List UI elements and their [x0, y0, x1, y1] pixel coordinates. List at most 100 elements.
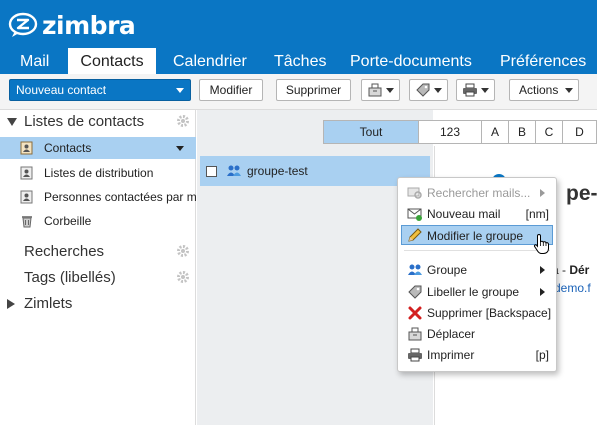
expand-triangle-icon[interactable] — [7, 299, 16, 309]
sidebar-item-label: Listes de distribution — [44, 166, 154, 180]
hand-cursor-icon — [533, 233, 549, 254]
detail-email-link[interactable]: demo.f — [554, 281, 591, 295]
row-checkbox[interactable] — [206, 166, 217, 177]
detail-title: pe-t — [566, 182, 597, 205]
sidebar-item-label: Contacts — [44, 141, 92, 155]
chevron-down-icon[interactable] — [176, 88, 184, 93]
menu-item-label: Déplacer — [427, 327, 476, 341]
alpha-filter-c[interactable]: C — [536, 120, 563, 144]
menu-item-group[interactable]: Groupe — [401, 260, 553, 280]
alphabet-filter: Tout 123 A B C D — [323, 120, 597, 144]
search-mail-icon — [407, 187, 422, 199]
searches-header[interactable]: Recherches — [0, 241, 196, 263]
menu-item-label: Groupe — [427, 263, 468, 277]
tab-calendar[interactable]: Calendrier — [173, 48, 247, 74]
sidebar-item-contacts[interactable]: Contacts — [0, 137, 196, 159]
print-button[interactable] — [456, 79, 495, 101]
printer-icon — [408, 348, 422, 362]
tags-header[interactable]: Tags (libellés) — [0, 267, 196, 289]
zimbra-logo[interactable]: zimbra — [8, 9, 136, 41]
zimlets-label: Zimlets — [24, 295, 73, 312]
distribution-list-icon — [20, 166, 33, 180]
actions-button[interactable]: Actions — [509, 79, 579, 101]
tab-briefcase[interactable]: Porte-documents — [350, 48, 472, 74]
menu-item-label: Nouveau mail — [427, 207, 501, 221]
printer-icon — [462, 82, 478, 104]
move-folder-icon — [367, 82, 383, 104]
move-button[interactable] — [361, 79, 400, 101]
chevron-right-icon — [540, 288, 545, 296]
delete-button[interactable]: Supprimer — [276, 79, 351, 101]
actions-label: Actions — [519, 83, 559, 97]
menu-item-edit-group[interactable]: Modifier le groupe — [401, 225, 553, 245]
alpha-filter-d[interactable]: D — [563, 120, 597, 144]
tab-tasks[interactable]: Tâches — [274, 48, 326, 74]
zimbra-logo-icon — [8, 12, 38, 37]
chevron-down-icon — [481, 88, 489, 93]
menu-item-label: Supprimer [Backspace] — [427, 306, 552, 320]
group-icon — [227, 165, 241, 176]
sidebar: Listes de contacts Contacts Listes de di… — [0, 110, 196, 425]
new-contact-button[interactable]: Nouveau contact — [9, 79, 191, 101]
delete-x-icon — [408, 306, 422, 320]
group-name: groupe-test — [247, 164, 308, 178]
group-icon — [408, 264, 422, 275]
menu-item-print[interactable]: Imprimer [p] — [401, 345, 553, 365]
tag-icon — [415, 82, 431, 104]
chevron-down-icon — [386, 88, 394, 93]
menu-separator — [404, 250, 550, 251]
toolbar: Nouveau contact Modifier Supprimer Actio… — [0, 74, 597, 110]
sidebar-item-emailed-contacts[interactable]: Personnes contactées par m — [0, 186, 196, 208]
sidebar-item-label: Personnes contactées par m — [44, 190, 196, 204]
menu-item-label: Modifier le groupe — [427, 229, 524, 243]
edit-button[interactable]: Modifier — [199, 79, 263, 101]
searches-label: Recherches — [24, 243, 105, 260]
menu-item-label: Imprimer — [427, 348, 475, 362]
menu-item-delete[interactable]: Supprimer [Backspace] — [401, 303, 553, 323]
zimlets-header[interactable]: Zimlets — [0, 293, 196, 315]
sidebar-item-trash[interactable]: Corbeille — [0, 210, 196, 232]
pencil-icon — [408, 228, 422, 242]
menu-item-search-mails[interactable]: Rechercher mails... — [401, 183, 553, 203]
contact-lists-header[interactable]: Listes de contacts — [0, 111, 196, 133]
shortcut-label: [p] — [535, 348, 549, 362]
alpha-filter-123[interactable]: 123 — [419, 120, 482, 144]
menu-item-move[interactable]: Déplacer — [401, 324, 553, 344]
tag-button[interactable] — [409, 79, 448, 101]
list-item[interactable]: groupe-test — [200, 156, 430, 186]
tags-label: Tags (libellés) — [24, 269, 116, 286]
chevron-down-icon — [565, 88, 573, 93]
sidebar-item-label: Corbeille — [44, 214, 92, 228]
chevron-right-icon — [540, 189, 545, 197]
chevron-down-icon — [434, 88, 442, 93]
detail-subtitle-bold: Dér — [569, 263, 590, 277]
gear-icon[interactable] — [176, 244, 190, 258]
emailed-contacts-icon — [20, 190, 33, 204]
tab-contacts[interactable]: Contacts — [68, 48, 156, 74]
move-folder-icon — [408, 327, 422, 341]
collapse-triangle-icon[interactable] — [7, 118, 17, 127]
context-menu: Rechercher mails... Nouveau mail [nm] Mo… — [397, 177, 557, 372]
shortcut-label: [nm] — [525, 207, 549, 221]
alpha-filter-b[interactable]: B — [509, 120, 536, 144]
trash-icon — [22, 216, 32, 228]
new-contact-label: Nouveau contact — [16, 83, 107, 97]
tab-mail[interactable]: Mail — [20, 48, 49, 74]
alpha-filter-all[interactable]: Tout — [323, 120, 419, 144]
menu-item-tag-group[interactable]: Libeller le groupe — [401, 282, 553, 302]
menu-item-new-mail[interactable]: Nouveau mail [nm] — [401, 204, 553, 224]
tag-icon — [408, 285, 422, 299]
contact-lists-label: Listes de contacts — [24, 113, 145, 130]
gear-icon[interactable] — [176, 114, 190, 128]
menu-item-label: Rechercher mails... — [427, 186, 531, 200]
header-bar: zimbra — [0, 0, 597, 48]
alpha-filter-a[interactable]: A — [482, 120, 509, 144]
chevron-down-icon[interactable] — [176, 146, 184, 151]
address-book-icon — [20, 141, 33, 155]
gear-icon[interactable] — [176, 270, 190, 284]
tab-preferences[interactable]: Préférences — [500, 48, 586, 74]
detail-subtitle: a - Dér — [552, 263, 589, 277]
menu-item-label: Libeller le groupe — [427, 285, 520, 299]
new-mail-icon — [407, 208, 422, 221]
sidebar-item-distribution-lists[interactable]: Listes de distribution — [0, 162, 196, 184]
